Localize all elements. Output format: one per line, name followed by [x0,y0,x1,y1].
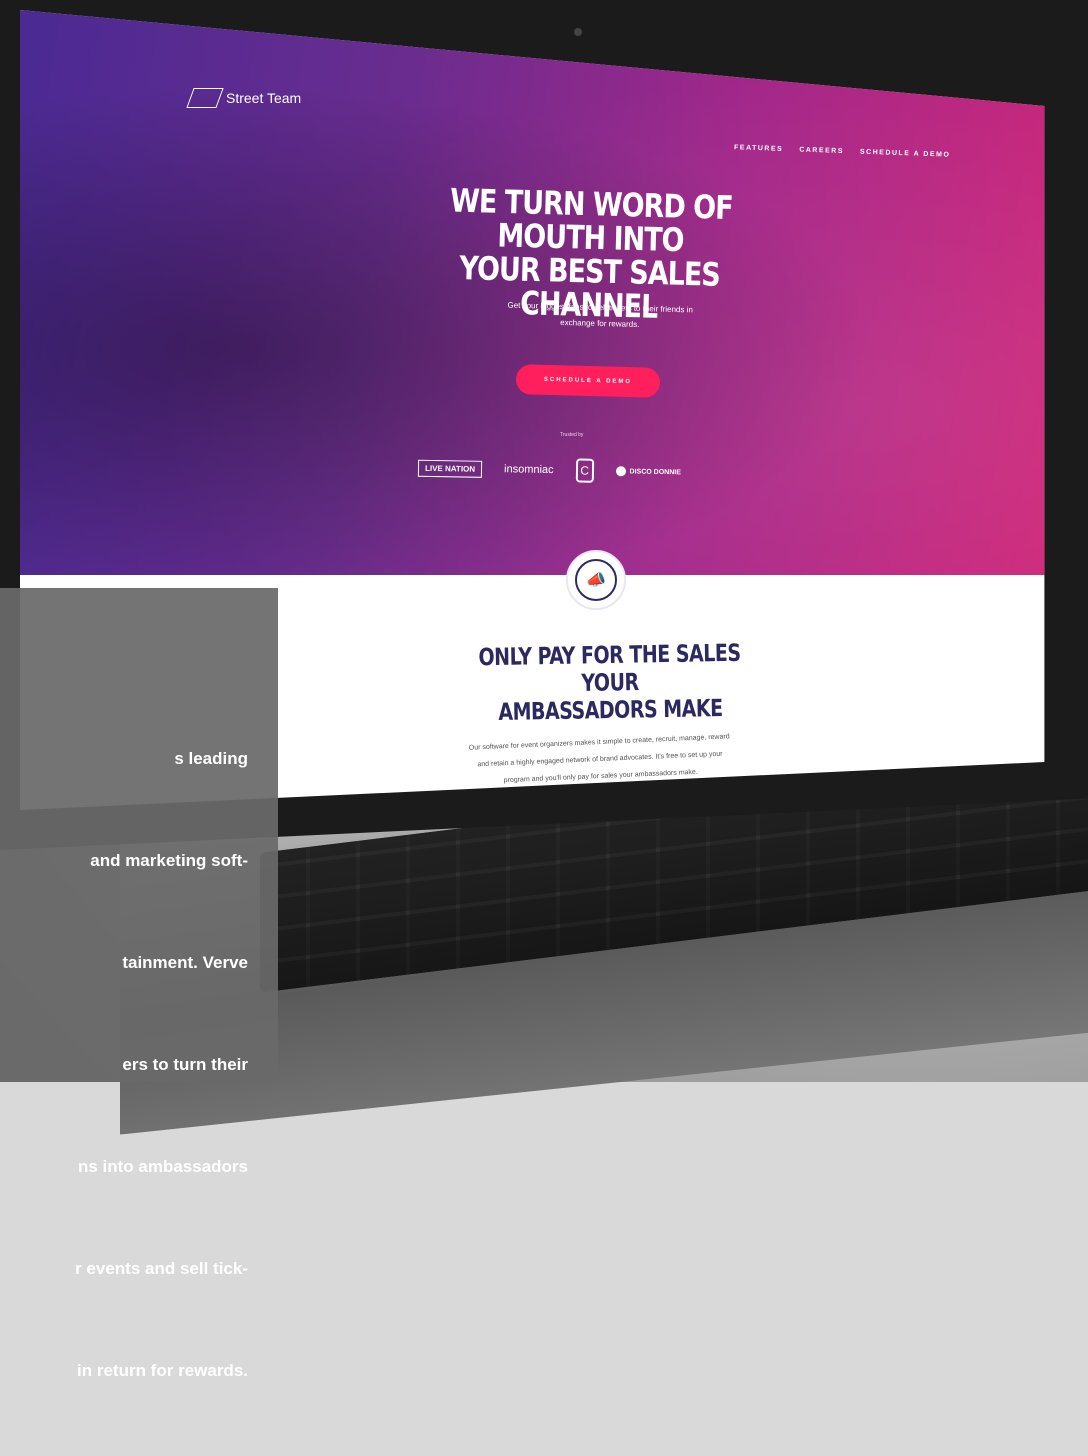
brand-logo[interactable]: Street Team [186,88,302,108]
disco-donnie-logo: DISCO DONNIE [615,466,682,477]
overlay-line: in return for rewards. [77,1361,248,1380]
overlay-text-card: s leading and marketing soft- tainment. … [0,588,278,1380]
section-title-line: AMBASSADORS MAKE [498,694,723,727]
camera-icon [574,28,582,36]
brand-name: Street Team [226,90,302,106]
megaphone-icon: 📣 [575,559,617,601]
disco-donnie-text: DISCO DONNIE [629,467,681,476]
hero-headline-line: WE TURN WORD OF MOUTH INTO [449,182,734,260]
section-title: ONLY PAY FOR THE SALES YOUR AMBASSADORS … [449,639,770,727]
overlay-line: s leading [174,749,248,768]
overlay-line: ns into ambassadors [77,1157,248,1176]
c-logo: C [575,458,594,483]
trusted-by-label: Trusted by [560,432,584,438]
hero-subhead: Get your biggest fans to sell tickets to… [470,297,731,336]
section-title-line: ONLY PAY FOR THE SALES YOUR [478,639,741,698]
section-badge: 📣 [566,550,626,610]
street-team-logo-icon [186,88,224,108]
overlay-line: r events and sell tick- [75,1259,248,1278]
insomniac-logo: insomniac [503,463,554,477]
disco-donnie-mark-icon [615,466,626,477]
overlay-line: ers to turn their [122,1055,248,1074]
overlay-text: s leading and marketing soft- tainment. … [0,674,278,1456]
partner-logos: LIVE NATION insomniac C DISCO DONNIE [417,456,682,485]
overlay-line: and marketing soft- [90,851,248,870]
schedule-demo-button[interactable]: SCHEDULE A DEMO [515,364,661,398]
overlay-line: tainment. Verve [122,953,248,972]
live-nation-logo: LIVE NATION [417,459,483,478]
